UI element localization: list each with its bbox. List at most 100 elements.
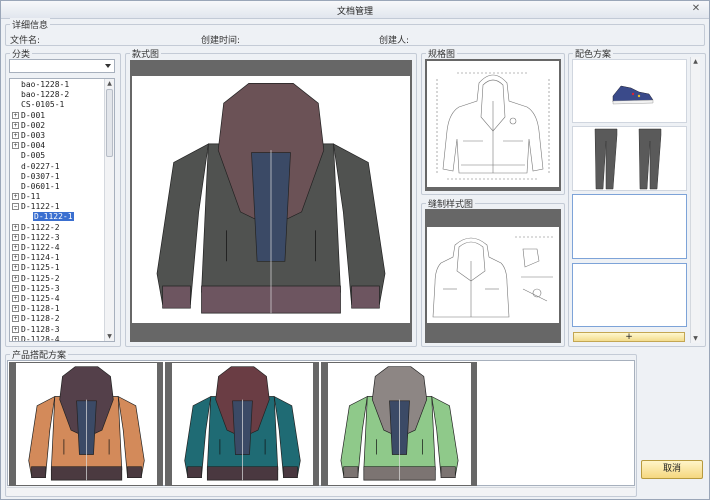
jacket-right-cuff [440,466,456,479]
close-icon[interactable]: ✕ [690,3,702,15]
expand-toggle-icon[interactable]: + [12,193,19,201]
tree-item[interactable]: + D-1125-4 [12,294,102,304]
tree-item-label: D-001 [21,110,46,120]
tree-item-label: D-1122-4 [21,243,60,252]
spec-drawing-canvas[interactable] [427,61,559,187]
tree-item[interactable]: + D-1128-1 [12,304,102,314]
tree-item[interactable]: + D-004 [12,141,102,151]
color-scheme-item-pants[interactable] [572,126,687,191]
expand-toggle-icon[interactable]: + [12,325,19,333]
tree-item[interactable]: bao-1228-2 [12,90,102,100]
color-scheme-item-shoe[interactable] [572,59,687,123]
product-match-slot-1-canvas [16,363,157,485]
jacket-right-cuff [283,466,298,479]
expand-toggle-icon[interactable]: + [12,264,19,272]
tree-item[interactable]: D-005 [12,151,102,161]
spec-drawing-image [436,72,550,180]
tree-item[interactable]: bao-1228-1 [12,80,102,90]
tree-item-label: D-11 [21,192,41,202]
pants-image [594,128,662,190]
document-manager-window: 文档管理 ✕ 详细信息 文件名: 创建时间: 创建人: 分类 bao-1228-… [0,0,710,500]
category-dropdown[interactable] [9,59,115,73]
expand-toggle-icon[interactable]: + [12,121,19,129]
tree-item[interactable]: − D-1122-1 [12,202,102,212]
jacket-right-sleeve [117,395,145,477]
scrollbar-thumb[interactable] [106,89,113,157]
expand-toggle-icon[interactable]: + [12,315,19,323]
expand-toggle-icon[interactable]: + [12,305,19,313]
tree-item[interactable]: + D-1122-3 [12,233,102,243]
tree-item-label: D-003 [21,130,46,140]
expand-toggle-icon[interactable]: + [12,223,19,231]
jacket-left-cuff [31,466,46,479]
expand-toggle-icon[interactable]: + [12,274,19,282]
expand-toggle-icon[interactable]: + [12,233,19,241]
expand-toggle-icon[interactable]: − [12,203,19,211]
category-tree[interactable]: bao-1228-1 bao-1228-2 CS-0105-1 + D-001 + D-00… [9,78,115,342]
scroll-down-icon[interactable]: ▼ [691,334,700,343]
product-match-slot-3-canvas [328,363,471,485]
cancel-button-label: 取消 [662,464,681,474]
add-color-scheme-button[interactable]: + [573,332,685,342]
tree-item[interactable]: D-0307-1 [12,172,102,182]
product-match-strip [7,360,635,486]
jacket-variant-2-drawing [184,366,301,481]
tree-item[interactable]: + D-002 [12,121,102,131]
tree-item-label: D-0307-1 [21,171,60,181]
tree-item[interactable]: CS-0105-1 [12,100,102,110]
cancel-button[interactable]: 取消 [641,460,703,479]
scroll-up-icon[interactable]: ▲ [691,57,700,66]
tree-item[interactable]: + D-003 [12,131,102,141]
expand-toggle-icon[interactable]: + [12,111,19,119]
expand-toggle-icon[interactable]: + [12,244,19,251]
sewing-drawing-canvas[interactable] [427,227,559,323]
tree-item[interactable]: + D-1125-1 [12,263,102,273]
tree-item-label: D-1122-1 [33,212,74,222]
expand-toggle-icon[interactable]: + [12,284,19,292]
jacket-right-cuff [127,466,142,479]
window-title: 文档管理 [336,7,373,17]
tree-item[interactable]: + D-1128-2 [12,314,102,324]
style-image-canvas[interactable] [132,76,410,323]
tree-item-label: D-1125-1 [21,263,60,273]
tree-item[interactable]: + D-1122-4 [12,243,102,253]
style-image-legend: 款式图 [130,47,162,60]
tree-item[interactable]: + D-1128-4 [12,335,102,341]
tree-item[interactable]: D-0601-1 [12,182,102,192]
expand-toggle-icon[interactable]: + [12,142,19,150]
tree-item-label: D-005 [21,151,46,161]
tree-item[interactable]: D-1122-1 [12,212,102,222]
expand-toggle-icon[interactable]: + [12,131,19,139]
tree-item[interactable]: + D-001 [12,111,102,121]
tree-item-label: bao-1228-2 [21,90,70,100]
details-legend: 详细信息 [10,18,51,31]
created-time-label: 创建时间: [201,36,241,46]
tree-item[interactable]: + D-1125-2 [12,274,102,284]
jacket-main-drawing [156,83,386,314]
chevron-down-icon[interactable] [105,64,111,68]
expand-toggle-icon[interactable]: + [12,294,19,302]
tree-item-label: D-1124-1 [21,253,60,263]
color-scheme-slot-empty-1[interactable] [572,194,687,259]
tree-item-label: bao-1228-1 [21,80,70,89]
tree-item[interactable]: + D-1122-2 [12,223,102,233]
tree-item[interactable]: + D-11 [12,192,102,202]
tree-item[interactable]: + D-1128-3 [12,325,102,335]
expand-toggle-icon[interactable]: + [12,335,19,341]
color-scheme-scrollbar[interactable]: ▲ ▼ [690,57,700,343]
category-tree-scrollbar[interactable]: ▲ ▼ [104,79,114,341]
tree-item-label: D-1122-3 [21,232,60,242]
tree-item[interactable]: + D-1124-1 [12,253,102,263]
tree-item[interactable]: d-0227-1 [12,162,102,172]
expand-toggle-icon[interactable]: + [12,254,19,262]
sewing-drawing-image [432,236,555,318]
product-match-scrollbar[interactable] [7,487,635,496]
tree-item-label: D-1128-2 [21,314,60,324]
scroll-down-icon[interactable]: ▼ [105,332,114,341]
tree-item[interactable]: + D-1125-3 [12,284,102,294]
color-scheme-slot-empty-2[interactable] [572,263,687,327]
jacket-variant-1-drawing [28,366,145,481]
scroll-up-icon[interactable]: ▲ [105,79,114,88]
